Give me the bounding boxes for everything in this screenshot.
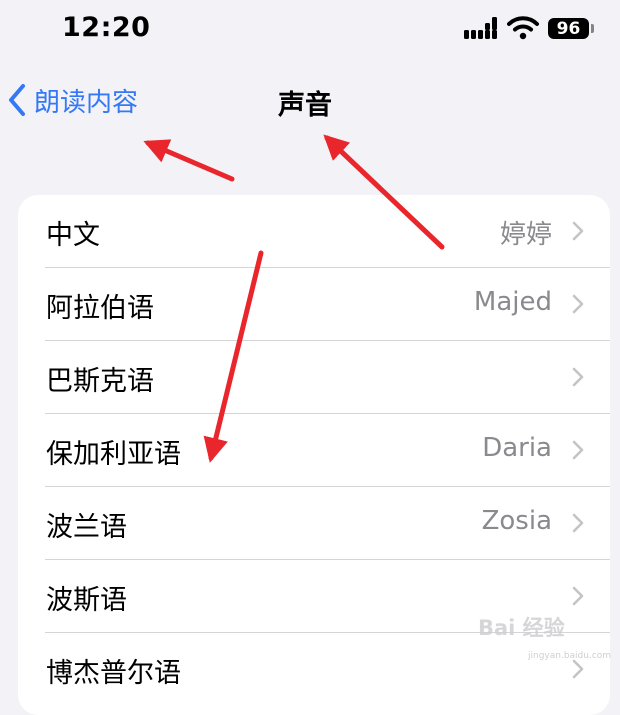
row-label: 巴斯克语 — [46, 366, 154, 397]
list-item[interactable]: 波兰语 Zosia — [18, 487, 610, 560]
list-item[interactable]: 阿拉伯语 Majed — [18, 268, 610, 341]
row-value: Majed — [473, 287, 552, 317]
row-label: 波兰语 — [46, 512, 127, 543]
list-item[interactable]: 巴斯克语 — [18, 341, 610, 414]
row-label: 阿拉伯语 — [46, 293, 154, 324]
arrow-to-back-button — [143, 139, 235, 182]
row-label: 博杰普尔语 — [46, 658, 181, 689]
row-value: Daria — [482, 433, 552, 463]
row-value: Zosia — [481, 506, 552, 536]
row-value: 婷婷 — [499, 220, 552, 250]
chevron-right-icon — [572, 294, 584, 314]
list-item[interactable]: 保加利亚语 Daria — [18, 414, 610, 487]
watermark-logo: Bai 经验 — [478, 616, 565, 640]
row-label: 中文 — [46, 220, 100, 251]
battery-icon: 96 — [548, 18, 589, 39]
navigation-bar: 朗读内容 声音 — [0, 70, 620, 130]
chevron-right-icon — [572, 440, 584, 460]
watermark-site: jingyan.baidu.com — [528, 651, 612, 661]
chevron-right-icon — [572, 586, 584, 606]
chevron-right-icon — [572, 513, 584, 533]
row-label: 保加利亚语 — [46, 439, 181, 470]
chevron-right-icon — [572, 659, 584, 679]
chevron-right-icon — [572, 221, 584, 241]
wifi-icon — [507, 16, 539, 40]
battery-tip — [591, 24, 594, 33]
page-title: 声音 — [278, 90, 332, 121]
row-label: 波斯语 — [46, 585, 127, 616]
cellular-signal-icon — [464, 17, 497, 39]
status-bar: 12:20 96 — [0, 0, 620, 58]
list-item[interactable]: 中文 婷婷 — [18, 195, 610, 268]
chevron-right-icon — [572, 367, 584, 387]
status-time: 12:20 — [62, 12, 151, 43]
